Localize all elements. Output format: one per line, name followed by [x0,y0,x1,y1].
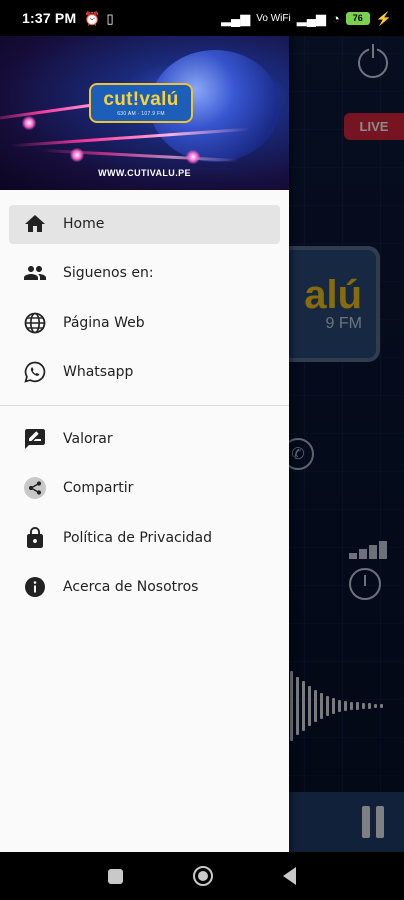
menu-item-pagina-web[interactable]: Página Web [0,298,289,348]
status-bar: 1:37 PM ⏰ ▯ ▂▄▆ Vo WiFi ▂▄▆ ◔ 76 ⚡ [0,0,404,36]
menu-item-label: Acerca de Nosotros [63,579,199,596]
menu-item-label: Valorar [63,430,113,447]
info-icon [22,574,48,600]
alarm-icon: ⏰ [84,10,101,26]
drawer-header: cut!valú 630 AM · 107.9 FM WWW.CUTIVALU.… [0,36,289,190]
brand-frequency: 630 AM · 107.9 FM [117,110,165,117]
menu-item-home[interactable]: Home [0,199,289,249]
light-flare [186,150,200,164]
brand-url: WWW.CUTIVALU.PE [98,168,191,178]
brand-name: cut!valú [103,88,179,110]
menu-item-valorar[interactable]: Valorar [0,414,289,464]
navigation-drawer: cut!valú 630 AM · 107.9 FM WWW.CUTIVALU.… [0,36,289,852]
people-icon [22,260,48,286]
globe-icon [22,310,48,336]
light-flare [22,116,36,130]
menu-item-label: Política de Privacidad [63,529,212,546]
signal-2-icon: ▂▄▆ [296,10,326,26]
system-nav-bar [0,852,404,900]
menu-item-label: Página Web [63,314,145,331]
menu-divider [0,405,289,406]
bolt-icon: ⚡ [375,10,392,26]
share-icon [22,475,48,501]
menu-item-label: Home [63,215,105,232]
vowifi-label: Vo WiFi [256,12,291,24]
status-left-icons: ⏰ ▯ [84,12,113,25]
menu-item-label: Siguenos en: [63,265,154,282]
home-icon [22,211,48,237]
wifi-icon: ◔ [331,10,340,26]
drawer-scrim[interactable] [289,36,404,852]
lock-icon [22,525,48,551]
status-time: 1:37 PM [22,10,77,26]
recents-icon[interactable] [108,868,123,884]
menu-item-acerca[interactable]: Acerca de Nosotros [0,563,289,613]
menu-item-compartir[interactable]: Compartir [0,464,289,514]
menu-item-siguenos[interactable]: Siguenos en: [0,249,289,299]
battery-icon: 76 [345,11,370,25]
signal-1-icon: ▂▄▆ [221,10,251,26]
menu-item-label: Compartir [63,480,134,497]
whatsapp-icon [22,359,48,385]
brand-logo: cut!valú 630 AM · 107.9 FM [89,83,193,123]
home-button-icon[interactable] [193,866,213,886]
menu-item-label: Whatsapp [63,364,134,381]
back-icon[interactable] [283,867,296,885]
status-right-icons: ▂▄▆ Vo WiFi ▂▄▆ ◔ 76 ⚡ [221,10,392,26]
light-flare [70,148,84,162]
notification-icon: ▯ [106,10,114,26]
rate-review-icon [22,426,48,452]
drawer-menu: Home Siguenos en: Página Web Whatsapp Va… [0,190,289,612]
menu-item-whatsapp[interactable]: Whatsapp [0,348,289,398]
menu-item-politica[interactable]: Política de Privacidad [0,513,289,563]
